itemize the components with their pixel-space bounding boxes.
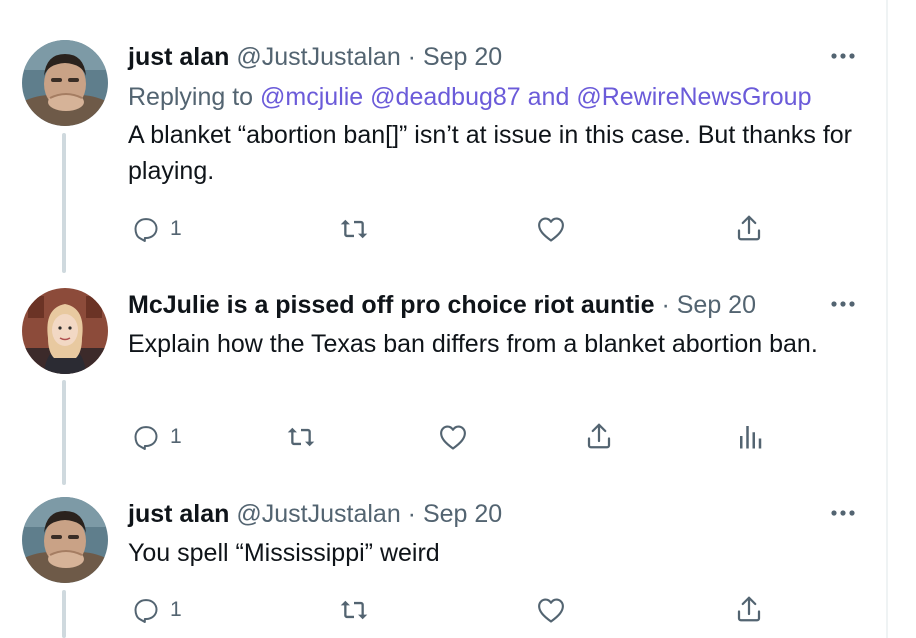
mention-link[interactable]: @mcjulie	[260, 83, 363, 111]
reply-icon	[134, 426, 158, 451]
like-button[interactable]	[438, 423, 468, 451]
tweet-text: Explain how the Texas ban differs from a…	[128, 330, 818, 358]
mention-link[interactable]: @RewireNewsGroup	[576, 83, 811, 111]
analytics-button[interactable]	[737, 421, 763, 451]
avatar[interactable]	[22, 288, 108, 374]
like-icon	[538, 598, 564, 623]
share-icon	[737, 596, 761, 622]
more-icon[interactable]	[826, 46, 860, 66]
avatar[interactable]	[22, 40, 108, 126]
reply-count: 1	[170, 598, 182, 621]
like-button[interactable]	[536, 596, 566, 624]
reply-button[interactable]: 1	[132, 215, 182, 243]
avatar[interactable]	[22, 497, 108, 583]
retweet-button[interactable]	[286, 423, 316, 451]
more-icon[interactable]	[826, 503, 860, 523]
display-name[interactable]: McJulie is a pissed off pro choice riot …	[128, 291, 655, 319]
more-icon[interactable]	[826, 294, 860, 314]
share-button[interactable]	[734, 213, 764, 243]
tweet-header: just alan @JustJustalan · Sep 20	[128, 42, 502, 72]
retweet-icon	[287, 427, 315, 447]
share-button[interactable]	[734, 594, 764, 624]
share-icon	[737, 215, 761, 241]
share-icon	[587, 423, 611, 449]
display-name[interactable]: just alan	[128, 500, 229, 528]
reply-button[interactable]: 1	[132, 423, 182, 451]
replying-to: Replying to @mcjulie @deadbug87 and @Rew…	[128, 82, 811, 112]
tweet-date[interactable]: Sep 20	[423, 43, 502, 71]
retweet-icon	[340, 219, 368, 239]
like-button[interactable]	[536, 215, 566, 243]
thread-line	[62, 133, 66, 273]
like-icon	[440, 425, 466, 450]
separator: ·	[661, 291, 670, 319]
analytics-icon	[740, 426, 762, 449]
separator: ·	[407, 500, 416, 528]
mention-and[interactable]: and	[528, 83, 570, 111]
handle[interactable]: @JustJustalan	[236, 43, 400, 71]
like-icon	[538, 217, 564, 242]
tweet-thread: just alan @JustJustalan · Sep 20 Replyin…	[0, 0, 916, 638]
tweet-text: You spell “Mississippi” weird	[128, 539, 440, 567]
tweet-date[interactable]: Sep 20	[423, 500, 502, 528]
thread-line	[62, 590, 66, 638]
retweet-button[interactable]	[339, 215, 369, 243]
mention-link[interactable]: @deadbug87	[370, 83, 521, 111]
tweet-header: just alan @JustJustalan · Sep 20	[128, 499, 502, 529]
share-button[interactable]	[584, 421, 614, 451]
separator: ·	[407, 43, 416, 71]
reply-icon	[134, 599, 158, 624]
tweet-date[interactable]: Sep 20	[677, 291, 756, 319]
tweet-text: A blanket “abortion ban[]” isn’t at issu…	[128, 121, 852, 185]
reply-count: 1	[170, 425, 182, 448]
reply-icon	[134, 218, 158, 243]
handle[interactable]: @JustJustalan	[236, 500, 400, 528]
retweet-button[interactable]	[339, 596, 369, 624]
thread-line	[62, 380, 66, 485]
tweet-header: McJulie is a pissed off pro choice riot …	[128, 290, 756, 320]
display-name[interactable]: just alan	[128, 43, 229, 71]
retweet-icon	[340, 600, 368, 620]
timeline-border	[886, 0, 888, 638]
replying-to-label: Replying to	[128, 83, 254, 111]
reply-button[interactable]: 1	[132, 596, 182, 624]
reply-count: 1	[170, 217, 182, 240]
